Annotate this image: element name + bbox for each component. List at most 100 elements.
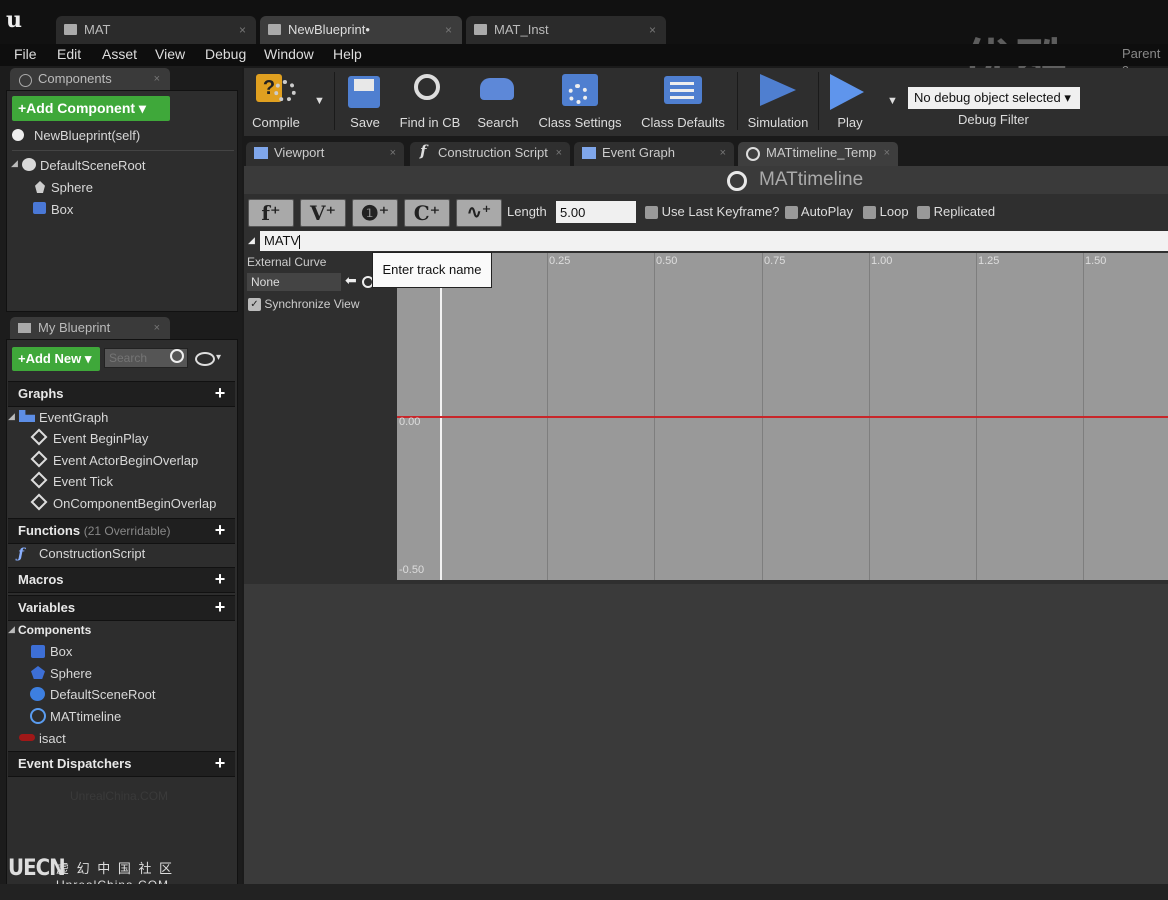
track-name-input[interactable]: MATV [260,231,1168,251]
add-vector-track-button[interactable]: V⁺ [300,199,346,227]
close-icon[interactable]: × [445,16,452,44]
add-macro-plus-icon[interactable]: + [211,570,229,588]
event-begin-play[interactable]: Event BeginPlay [30,428,148,446]
use-last-keyframe-checkbox[interactable] [645,206,658,220]
loop-checkbox[interactable] [863,206,876,220]
close-icon[interactable]: × [390,142,396,164]
expand-arrow-icon[interactable]: ◢ [11,158,18,169]
unreal-logo-icon[interactable]: u [6,6,34,34]
close-icon[interactable]: × [556,142,562,164]
menu-window[interactable]: Window [264,46,314,62]
tab-construction-script[interactable]: f Construction Script × [410,142,570,166]
doc-tab-mat-inst[interactable]: MAT_Inst × [466,16,666,44]
gear-icon [274,80,296,102]
add-component-button[interactable]: +Add Component ▾ [12,96,170,121]
add-variable-plus-icon[interactable]: + [211,598,229,616]
close-icon[interactable]: × [884,142,890,164]
close-icon[interactable]: × [239,16,246,44]
tree-box[interactable]: Box [51,202,73,217]
loop-option[interactable]: Loop [863,204,909,220]
section-variables[interactable]: Variables + [8,595,235,621]
autoplay-checkbox[interactable] [785,206,798,220]
compile-button[interactable]: ? Compile [248,70,304,134]
add-color-track-button[interactable]: C⁺ [404,199,450,227]
event-graph-item[interactable]: EventGraph [39,410,108,425]
search-icon[interactable] [170,349,184,363]
track-expand-arrow-icon[interactable]: ◢ [248,235,255,246]
tab-event-graph[interactable]: Event Graph × [574,142,734,166]
x-tick-label: 1.50 [1085,255,1107,267]
menu-debug[interactable]: Debug [205,46,246,62]
add-float-track-button[interactable]: f⁺ [248,199,294,227]
close-icon[interactable]: × [649,16,656,44]
box-icon [33,202,46,214]
debug-object-select[interactable]: No debug object selected ▾ [908,87,1080,109]
tab-my-blueprint[interactable]: My Blueprint × [10,317,170,339]
class-defaults-button[interactable]: Class Defaults [634,70,732,134]
toolbar-separator [334,72,335,130]
use-last-keyframe-option[interactable]: Use Last Keyframe? [645,204,779,220]
use-selected-arrow-icon[interactable]: ⬅ [345,272,357,289]
class-defaults-icon [664,76,702,104]
close-icon[interactable]: × [154,68,160,90]
x-tick-label: 1.25 [978,255,1000,267]
class-settings-button[interactable]: Class Settings [532,70,628,134]
component-self[interactable]: NewBlueprint(self) [34,128,140,143]
event-actor-begin-overlap[interactable]: Event ActorBeginOverlap [30,450,198,468]
autoplay-option[interactable]: AutoPlay [785,204,853,220]
tab-components[interactable]: Components × [10,68,170,90]
play-options-chevron-icon[interactable]: ▼ [887,95,898,107]
add-curve-asset-button[interactable]: ∿⁺ [456,199,502,227]
play-button[interactable]: Play [822,70,878,134]
menu-view[interactable]: View [155,46,185,62]
menu-edit[interactable]: Edit [57,46,81,62]
search-button[interactable]: Search [470,70,526,134]
add-graph-plus-icon[interactable]: + [211,384,229,402]
synchronize-view-option[interactable]: ✓ Synchronize View [248,297,360,312]
variable-isact[interactable]: isact [39,731,66,746]
construction-script-item[interactable]: ConstructionScript [39,546,145,561]
variables-components-subheader[interactable]: Components [18,623,91,637]
tab-viewport[interactable]: Viewport × [246,142,404,166]
simulation-button[interactable]: Simulation [742,70,814,134]
add-function-plus-icon[interactable]: + [211,521,229,539]
variable-sphere[interactable]: Sphere [50,666,92,681]
doc-tab-newblueprint[interactable]: NewBlueprint• × [260,16,462,44]
doc-tab-mat[interactable]: MAT × [56,16,256,44]
close-icon[interactable]: × [720,142,726,164]
tab-mattimeline-temp[interactable]: MATtimeline_Temp × [738,142,898,166]
add-dispatcher-plus-icon[interactable]: + [211,754,229,772]
chevron-down-icon[interactable]: ▾ [216,352,221,363]
section-event-dispatchers[interactable]: Event Dispatchers + [8,751,235,777]
section-functions[interactable]: Functions (21 Overridable) + [8,518,235,544]
tree-sphere[interactable]: Sphere [51,180,93,195]
track-name-tooltip: Enter track name [372,252,492,288]
variable-default-scene-root[interactable]: DefaultSceneRoot [50,687,156,702]
expand-arrow-icon[interactable]: ◢ [8,411,15,422]
add-event-track-button[interactable]: ❶⁺ [352,199,398,227]
save-button[interactable]: Save [340,70,390,134]
synchronize-view-checkbox[interactable]: ✓ [248,298,261,312]
curve-zero-line [397,416,1168,418]
curve-graph[interactable]: 0.25 0.50 0.75 1.00 1.25 1.50 0.00 -0.50 [397,253,1168,580]
section-macros[interactable]: Macros + [8,567,235,593]
variable-box[interactable]: Box [50,644,72,659]
event-tick[interactable]: Event Tick [30,471,113,489]
find-in-cb-button[interactable]: Find in CB [396,70,464,134]
section-graphs[interactable]: Graphs + [8,381,235,407]
menu-asset[interactable]: Asset [102,46,137,62]
event-on-component-begin-overlap[interactable]: OnComponentBeginOverlap [30,493,216,511]
menu-file[interactable]: File [14,46,37,62]
compile-options-chevron-icon[interactable]: ▼ [314,95,325,107]
external-curve-select[interactable]: None [247,273,341,291]
variable-mattimeline[interactable]: MATtimeline [50,709,121,724]
close-icon[interactable]: × [154,317,160,339]
tree-default-scene-root[interactable]: DefaultSceneRoot [40,158,146,173]
expand-arrow-icon[interactable]: ◢ [8,624,15,635]
replicated-option[interactable]: Replicated [917,204,995,220]
eye-icon[interactable] [195,352,215,366]
replicated-checkbox[interactable] [917,206,930,220]
add-new-button[interactable]: +Add New ▾ [12,347,100,371]
length-input[interactable] [556,201,636,223]
menu-help[interactable]: Help [333,46,362,62]
